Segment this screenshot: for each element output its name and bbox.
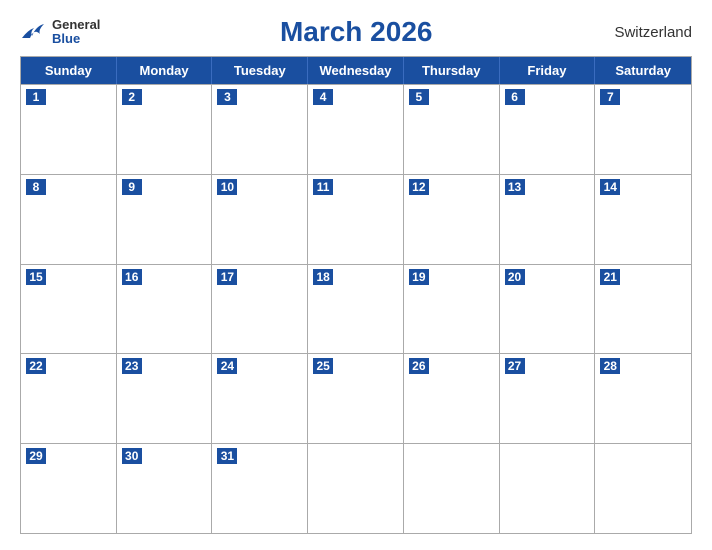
logo: General Blue bbox=[20, 18, 100, 47]
calendar-day-cell: 23 bbox=[117, 354, 213, 443]
calendar-day-cell: 27 bbox=[500, 354, 596, 443]
calendar-day-cell: 8 bbox=[21, 175, 117, 264]
calendar-day-cell: 4 bbox=[308, 85, 404, 174]
col-tuesday: Tuesday bbox=[212, 57, 308, 84]
calendar-day-cell: 11 bbox=[308, 175, 404, 264]
day-number: 22 bbox=[26, 358, 46, 374]
week-row-4: 22 23 24 25 26 27 28 bbox=[21, 353, 691, 443]
day-number: 24 bbox=[217, 358, 237, 374]
calendar-day-cell: 25 bbox=[308, 354, 404, 443]
calendar: Sunday Monday Tuesday Wednesday Thursday… bbox=[20, 56, 692, 534]
calendar-day-cell: 12 bbox=[404, 175, 500, 264]
week-row-1: 1 2 3 4 5 6 7 bbox=[21, 84, 691, 174]
calendar-day-cell: 28 bbox=[595, 354, 691, 443]
calendar-day-cell: 22 bbox=[21, 354, 117, 443]
col-thursday: Thursday bbox=[404, 57, 500, 84]
calendar-day-cell: 2 bbox=[117, 85, 213, 174]
calendar-day-cell bbox=[308, 444, 404, 533]
day-number: 9 bbox=[122, 179, 142, 195]
calendar-day-cell bbox=[595, 444, 691, 533]
logo-bird-icon bbox=[20, 20, 48, 42]
day-number: 2 bbox=[122, 89, 142, 105]
day-number: 23 bbox=[122, 358, 142, 374]
calendar-day-cell: 16 bbox=[117, 265, 213, 354]
day-number: 12 bbox=[409, 179, 429, 195]
calendar-day-cell: 18 bbox=[308, 265, 404, 354]
calendar-day-cell: 31 bbox=[212, 444, 308, 533]
day-number: 6 bbox=[505, 89, 525, 105]
calendar-body: 1234567891011121314151617181920212223242… bbox=[21, 84, 691, 533]
day-number: 29 bbox=[26, 448, 46, 464]
day-number: 20 bbox=[505, 269, 525, 285]
day-number: 31 bbox=[217, 448, 237, 464]
day-number: 11 bbox=[313, 179, 333, 195]
calendar-day-cell: 26 bbox=[404, 354, 500, 443]
col-wednesday: Wednesday bbox=[308, 57, 404, 84]
calendar-day-cell: 29 bbox=[21, 444, 117, 533]
calendar-day-cell: 6 bbox=[500, 85, 596, 174]
col-friday: Friday bbox=[500, 57, 596, 84]
logo-general: General bbox=[52, 18, 100, 32]
day-number: 19 bbox=[409, 269, 429, 285]
day-number: 7 bbox=[600, 89, 620, 105]
day-number: 21 bbox=[600, 269, 620, 285]
calendar-day-cell: 13 bbox=[500, 175, 596, 264]
calendar-day-cell: 20 bbox=[500, 265, 596, 354]
calendar-day-cell bbox=[404, 444, 500, 533]
col-sunday: Sunday bbox=[21, 57, 117, 84]
calendar-day-cell: 19 bbox=[404, 265, 500, 354]
page-header: General Blue March 2026 Switzerland bbox=[20, 16, 692, 48]
country-label: Switzerland bbox=[612, 24, 692, 41]
day-number: 16 bbox=[122, 269, 142, 285]
calendar-header: Sunday Monday Tuesday Wednesday Thursday… bbox=[21, 57, 691, 84]
col-monday: Monday bbox=[117, 57, 213, 84]
day-number: 1 bbox=[26, 89, 46, 105]
calendar-day-cell: 30 bbox=[117, 444, 213, 533]
calendar-day-cell: 10 bbox=[212, 175, 308, 264]
calendar-day-cell: 21 bbox=[595, 265, 691, 354]
calendar-day-cell: 1 bbox=[21, 85, 117, 174]
day-number: 28 bbox=[600, 358, 620, 374]
calendar-day-cell: 7 bbox=[595, 85, 691, 174]
calendar-day-cell: 14 bbox=[595, 175, 691, 264]
calendar-title: March 2026 bbox=[280, 16, 433, 48]
logo-blue: Blue bbox=[52, 32, 100, 46]
day-number: 27 bbox=[505, 358, 525, 374]
day-number: 17 bbox=[217, 269, 237, 285]
day-number: 8 bbox=[26, 179, 46, 195]
calendar-day-cell: 5 bbox=[404, 85, 500, 174]
day-number: 10 bbox=[217, 179, 237, 195]
calendar-day-cell: 3 bbox=[212, 85, 308, 174]
col-saturday: Saturday bbox=[595, 57, 691, 84]
calendar-day-cell: 15 bbox=[21, 265, 117, 354]
day-number: 13 bbox=[505, 179, 525, 195]
week-row-2: 8 9 10 11 12 13 14 bbox=[21, 174, 691, 264]
day-number: 3 bbox=[217, 89, 237, 105]
day-number: 15 bbox=[26, 269, 46, 285]
calendar-day-cell: 9 bbox=[117, 175, 213, 264]
week-row-3: 15 16 17 18 19 20 21 bbox=[21, 264, 691, 354]
day-number: 25 bbox=[313, 358, 333, 374]
day-number: 4 bbox=[313, 89, 333, 105]
day-number: 18 bbox=[313, 269, 333, 285]
calendar-day-cell bbox=[500, 444, 596, 533]
day-number: 14 bbox=[600, 179, 620, 195]
week-row-5: 29 30 31 bbox=[21, 443, 691, 533]
day-number: 30 bbox=[122, 448, 142, 464]
calendar-day-cell: 17 bbox=[212, 265, 308, 354]
calendar-day-cell: 24 bbox=[212, 354, 308, 443]
day-number: 26 bbox=[409, 358, 429, 374]
day-number: 5 bbox=[409, 89, 429, 105]
